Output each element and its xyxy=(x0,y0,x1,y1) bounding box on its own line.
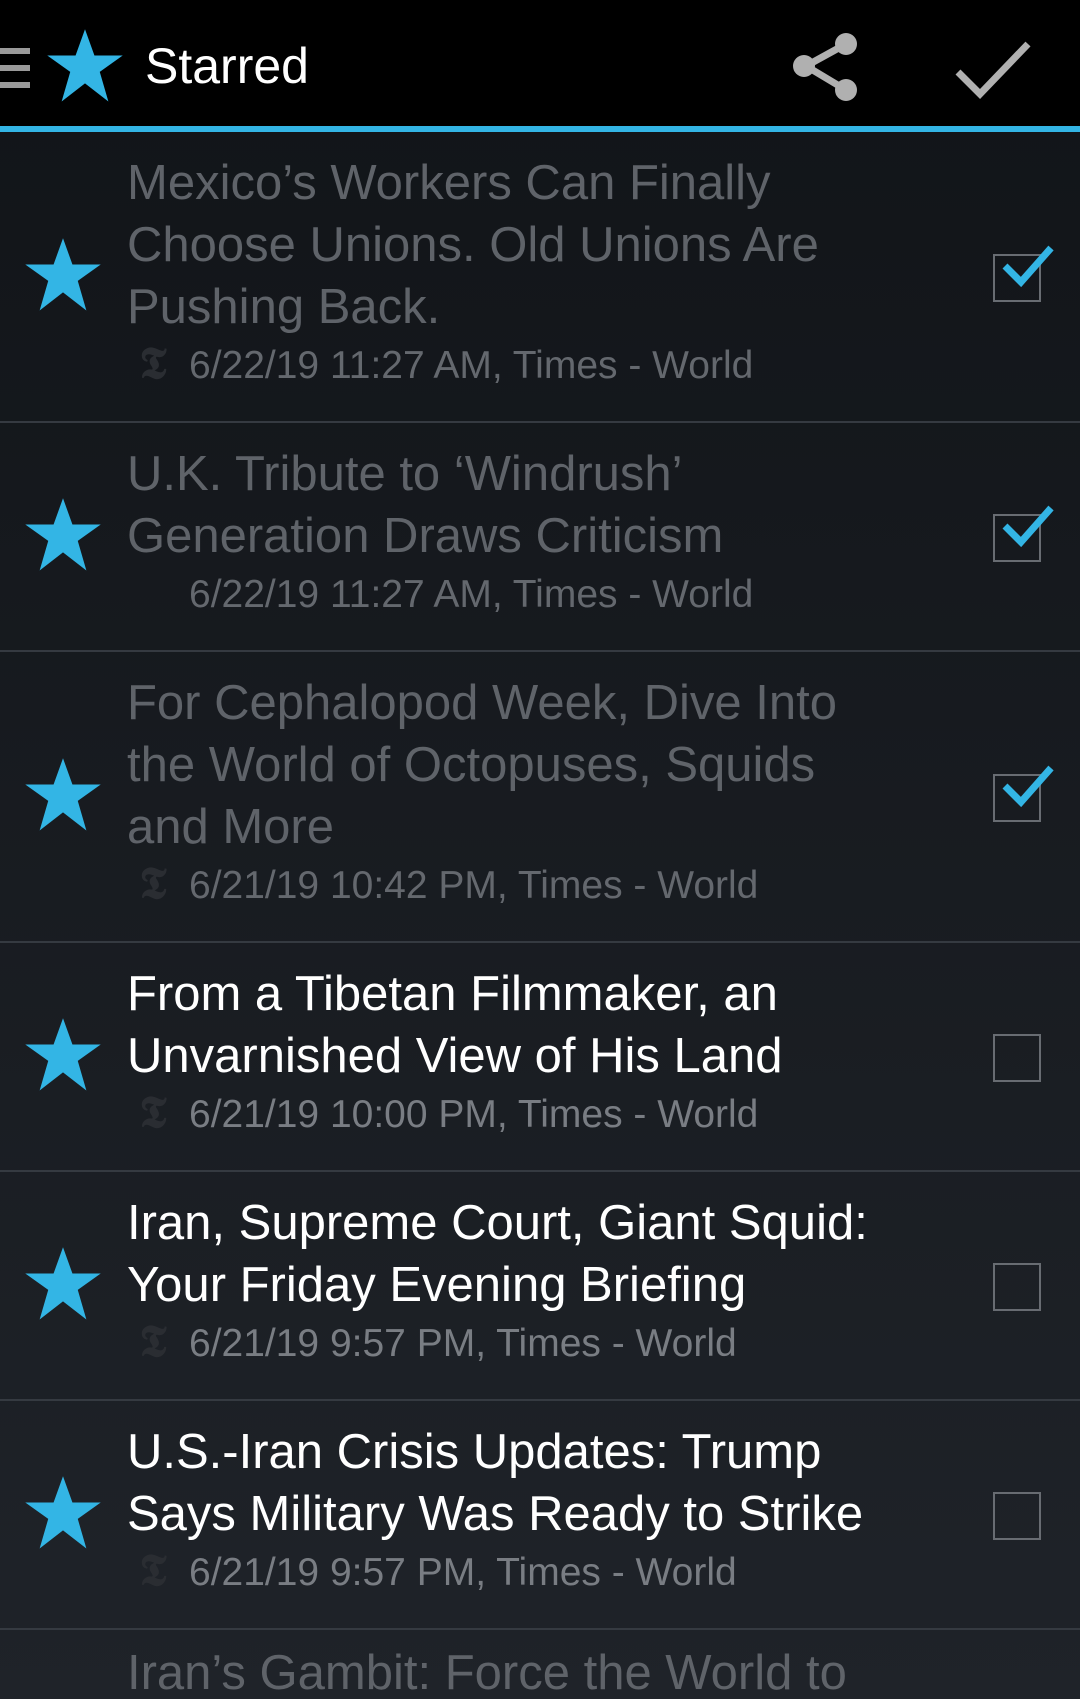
source-logo-icon: 𝕿 xyxy=(139,338,167,389)
list-item[interactable]: Iran’s Gambit: Force the World to xyxy=(0,1630,1080,1699)
article-meta: 𝕿 6/21/19 10:42 PM, Times - World xyxy=(127,858,947,914)
article-headline-line: Your Friday Evening Briefing xyxy=(127,1258,747,1312)
article-text: From a Tibetan Filmmaker, an Unvarnished … xyxy=(127,963,947,1143)
menu-icon[interactable] xyxy=(0,48,30,92)
select-checkbox[interactable] xyxy=(993,1263,1041,1311)
article-date-source: 6/22/19 11:27 AM, Times - World xyxy=(189,344,754,387)
article-headline-line: Choose Unions. Old Unions Are xyxy=(127,218,819,272)
article-headline-line: Pushing Back. xyxy=(127,280,441,334)
article-meta: 𝕿 6/22/19 11:27 AM, Times - World xyxy=(127,338,947,394)
star-icon[interactable] xyxy=(22,1015,104,1097)
star-icon[interactable] xyxy=(22,755,104,837)
article-headline-line: Unvarnished View of His Land xyxy=(127,1029,783,1083)
checkmark-icon xyxy=(1002,245,1054,288)
source-logo-icon: 𝕿 xyxy=(139,858,167,909)
select-checkbox[interactable] xyxy=(993,245,1054,302)
article-date-source: 6/21/19 9:57 PM, Times - World xyxy=(189,1322,737,1365)
star-icon[interactable] xyxy=(22,495,104,577)
star-icon[interactable] xyxy=(44,26,126,108)
article-headline-line: From a Tibetan Filmmaker, an xyxy=(127,967,778,1021)
article-date-source: 6/21/19 10:42 PM, Times - World xyxy=(189,864,759,907)
source-logo-icon xyxy=(131,569,175,617)
article-headline-line: For Cephalopod Week, Dive Into xyxy=(127,676,837,730)
checkmark-icon xyxy=(1002,765,1054,808)
article-text: For Cephalopod Week, Dive Into the World … xyxy=(127,672,947,914)
article-headline-line: Says Military Was Ready to Strike xyxy=(127,1487,864,1541)
list-item[interactable]: U.K. Tribute to ‘Windrush’ Generation Dra… xyxy=(0,423,1080,652)
article-date-source: 6/21/19 10:00 PM, Times - World xyxy=(189,1093,759,1136)
share-icon[interactable] xyxy=(786,26,868,108)
select-checkbox[interactable] xyxy=(993,1034,1041,1082)
select-checkbox[interactable] xyxy=(993,1492,1041,1540)
action-bar: Starred xyxy=(0,0,1080,132)
article-headline-line: and More xyxy=(127,800,335,854)
list-item[interactable]: From a Tibetan Filmmaker, an Unvarnished … xyxy=(0,943,1080,1172)
select-checkbox[interactable] xyxy=(993,505,1054,562)
check-icon[interactable] xyxy=(952,26,1034,108)
list-item[interactable]: Iran, Supreme Court, Giant Squid: Your Fr… xyxy=(0,1172,1080,1401)
list-item[interactable]: Mexico’s Workers Can Finally Choose Union… xyxy=(0,132,1080,423)
article-list: Mexico’s Workers Can Finally Choose Union… xyxy=(0,132,1080,1699)
source-logo-icon: 𝕿 xyxy=(139,1545,167,1596)
source-logo-icon: 𝕿 xyxy=(139,1087,167,1138)
article-meta: 𝕿 6/21/19 9:57 PM, Times - World xyxy=(127,1316,947,1372)
article-date-source: 6/21/19 9:57 PM, Times - World xyxy=(189,1551,737,1594)
article-text: Mexico’s Workers Can Finally Choose Union… xyxy=(127,152,947,394)
star-icon[interactable] xyxy=(22,1244,104,1326)
article-text: U.S.-Iran Crisis Updates: Trump Says Mili… xyxy=(127,1421,947,1601)
star-icon[interactable] xyxy=(22,235,104,317)
article-headline-line: Iran, Supreme Court, Giant Squid: xyxy=(127,1196,868,1250)
select-checkbox[interactable] xyxy=(993,765,1054,822)
article-text: U.K. Tribute to ‘Windrush’ Generation Dra… xyxy=(127,443,947,623)
article-text: Iran, Supreme Court, Giant Squid: Your Fr… xyxy=(127,1192,947,1372)
source-logo-icon: 𝕿 xyxy=(139,1316,167,1367)
article-meta: 𝕿 6/21/19 9:57 PM, Times - World xyxy=(127,1545,947,1601)
list-item[interactable]: For Cephalopod Week, Dive Into the World … xyxy=(0,652,1080,943)
article-headline-line: Mexico’s Workers Can Finally xyxy=(127,156,771,210)
article-headline-line: U.S.-Iran Crisis Updates: Trump xyxy=(127,1425,822,1479)
checkmark-icon xyxy=(1002,505,1054,548)
article-meta: 6/22/19 11:27 AM, Times - World xyxy=(127,567,947,623)
article-meta: 𝕿 6/21/19 10:00 PM, Times - World xyxy=(127,1087,947,1143)
article-headline-line: U.K. Tribute to ‘Windrush’ xyxy=(127,447,683,501)
article-headline-line: Generation Draws Criticism xyxy=(127,509,724,563)
app-window: Starred Mexico’s Workers Can Finally Choo… xyxy=(0,0,1080,1699)
star-icon[interactable] xyxy=(22,1473,104,1555)
article-date-source: 6/22/19 11:27 AM, Times - World xyxy=(189,573,754,616)
list-item[interactable]: U.S.-Iran Crisis Updates: Trump Says Mili… xyxy=(0,1401,1080,1630)
article-headline-line: the World of Octopuses, Squids xyxy=(127,738,816,792)
page-title: Starred xyxy=(145,38,309,94)
article-headline-line: Iran’s Gambit: Force the World to xyxy=(127,1646,847,1699)
